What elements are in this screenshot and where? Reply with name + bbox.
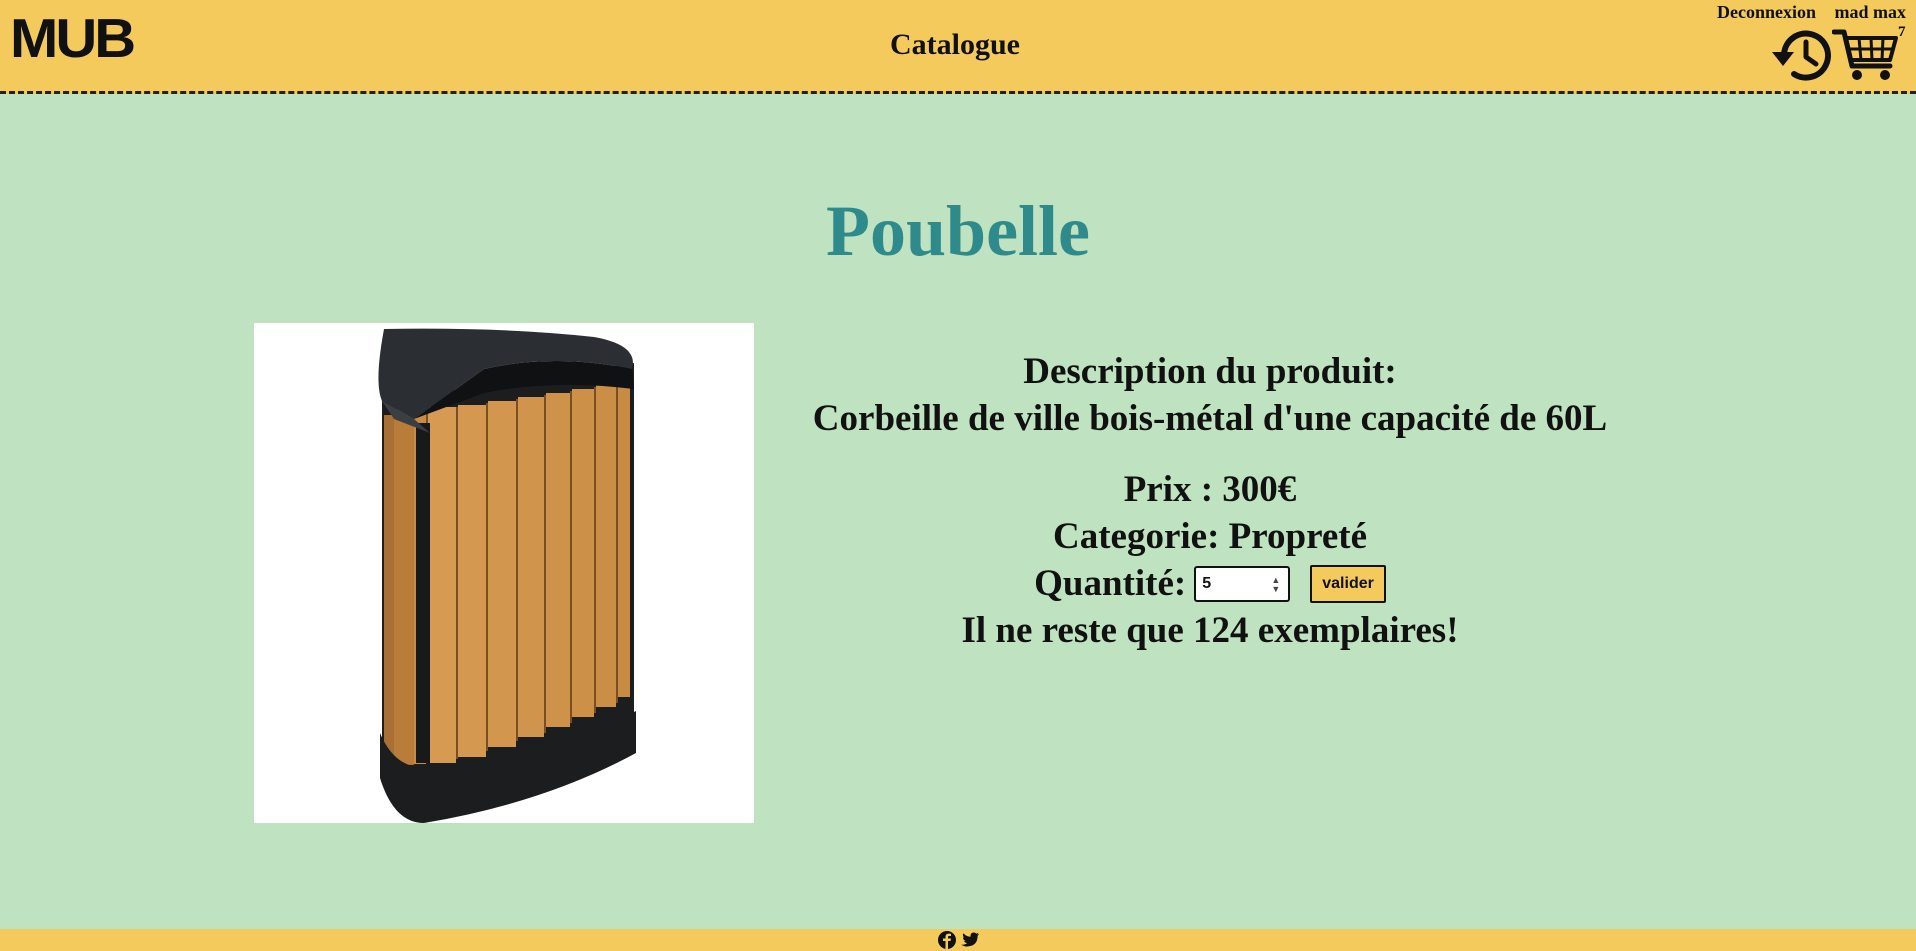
cart-count-badge: 7 bbox=[1898, 24, 1906, 40]
quantity-label: Quantité: bbox=[1034, 563, 1187, 604]
product-image bbox=[254, 323, 754, 823]
facebook-icon[interactable] bbox=[938, 931, 956, 949]
top-header: MUB Catalogue Deconnexion mad max 7 bbox=[0, 0, 1916, 94]
social-links bbox=[938, 931, 980, 949]
cart-icon[interactable] bbox=[1832, 28, 1900, 82]
stepper-arrows-icon[interactable]: ▲ ▼ bbox=[1271, 575, 1280, 594]
logout-link[interactable]: Deconnexion bbox=[1717, 2, 1816, 22]
valider-button[interactable]: valider bbox=[1310, 564, 1386, 603]
twitter-icon[interactable] bbox=[960, 931, 980, 949]
stock-text: Il ne reste que 124 exemplaires! bbox=[961, 610, 1459, 651]
quantity-value: 5 bbox=[1202, 575, 1212, 592]
price-text: Prix : 300€ bbox=[1123, 469, 1297, 510]
description-label: Description du produit: bbox=[1023, 351, 1397, 392]
description-text: Corbeille de ville bois-métal d'une capa… bbox=[812, 398, 1608, 439]
footer bbox=[0, 929, 1916, 951]
description-block: Description du produit: Corbeille de vil… bbox=[760, 348, 1660, 442]
user-menu: Deconnexion mad max bbox=[1703, 2, 1906, 23]
quantity-row: Quantité: 5 ▲ ▼ valider bbox=[760, 560, 1660, 607]
product-details: Description du produit: Corbeille de vil… bbox=[760, 348, 1660, 654]
username-link[interactable]: mad max bbox=[1835, 2, 1907, 22]
history-icon[interactable] bbox=[1770, 26, 1834, 86]
logo[interactable]: MUB bbox=[10, 11, 136, 66]
quantity-stepper[interactable]: 5 ▲ ▼ bbox=[1194, 565, 1291, 602]
product-title: Poubelle bbox=[826, 191, 1090, 271]
category-text: Categorie: Propreté bbox=[1052, 516, 1367, 557]
nav-catalogue-link[interactable]: Catalogue bbox=[890, 28, 1020, 62]
